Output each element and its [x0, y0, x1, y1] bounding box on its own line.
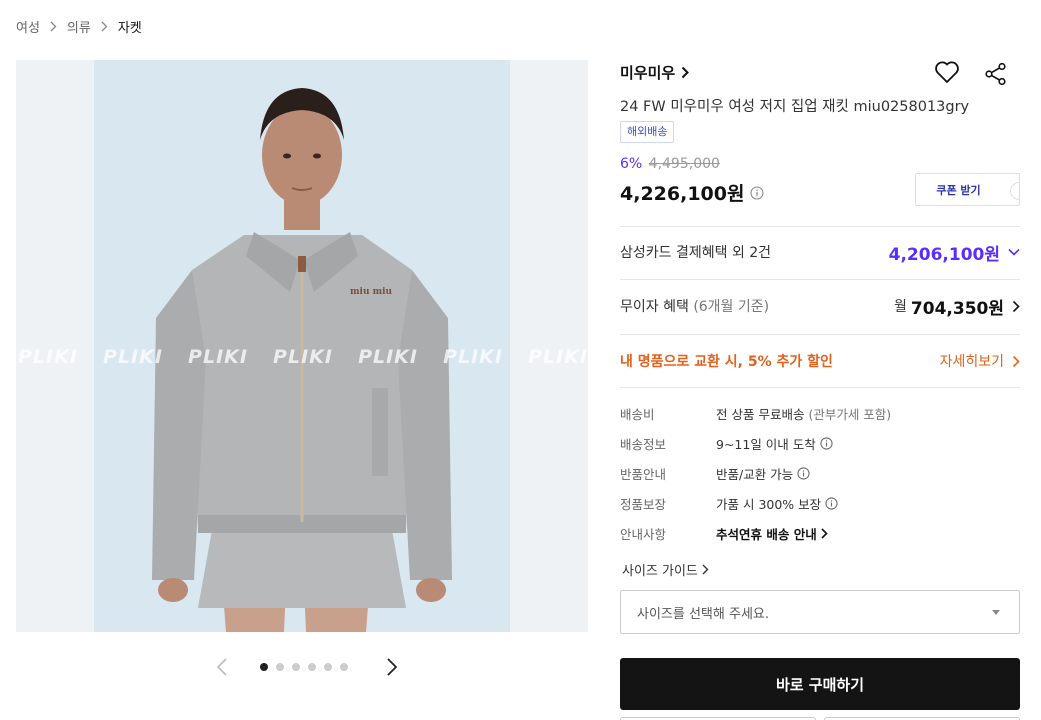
card-benefit-row[interactable]: 삼성카드 결제혜택 외 2건 4,206,100원	[620, 240, 1020, 265]
discount-row: 6% 4,495,000	[620, 156, 720, 172]
installment-row[interactable]: 무이자 혜택 (6개월 기준) 월 704,350원	[620, 294, 1020, 319]
chevron-left-icon[interactable]	[212, 656, 232, 678]
card-benefit-price: 4,206,100원	[888, 244, 1000, 265]
caret-down-icon	[992, 609, 1000, 615]
detail-key: 반품안내	[620, 467, 667, 482]
divider	[620, 387, 1020, 388]
coupon-button[interactable]: 쿠폰 받기	[915, 173, 1020, 206]
coupon-button-label: 쿠폰 받기	[936, 183, 981, 197]
divider	[620, 226, 1020, 227]
detail-value-text: 추석연휴 배송 안내	[716, 527, 817, 542]
carousel-dot[interactable]	[324, 663, 332, 671]
chevron-right-icon	[1012, 355, 1020, 367]
detail-value: 반품/교환 가능	[716, 464, 810, 483]
carousel-dot[interactable]	[340, 663, 348, 671]
trade-in-more-link[interactable]: 자세히보기	[940, 351, 1020, 371]
breadcrumb-item-clothing[interactable]: 의류	[67, 17, 91, 36]
image-carousel-controls	[16, 652, 588, 682]
breadcrumb: 여성 의류 자켓	[16, 17, 142, 36]
product-photo: miu miu	[94, 60, 510, 632]
detail-key: 정품보장	[620, 497, 667, 512]
holiday-notice-link[interactable]: 추석연휴 배송 안내	[716, 524, 828, 543]
chevron-down-icon	[1008, 248, 1020, 256]
size-guide-label: 사이즈 가이드	[622, 564, 698, 579]
carousel-dot[interactable]	[308, 663, 316, 671]
carousel-dot[interactable]	[260, 663, 268, 671]
detail-row-notice: 안내사항 추석연휴 배송 안내	[620, 524, 828, 543]
size-select-placeholder: 사이즈를 선택해 주세요.	[637, 606, 769, 622]
heart-icon[interactable]	[934, 60, 960, 88]
chevron-right-icon	[101, 21, 108, 32]
info-icon[interactable]	[825, 497, 838, 510]
sale-price: 4,226,100원	[620, 183, 745, 205]
detail-row-shipping-info: 배송정보 9~11일 이내 도착	[620, 434, 833, 453]
detail-value-note: (관부가세 포함)	[808, 407, 892, 422]
share-icon[interactable]	[984, 62, 1008, 90]
size-select[interactable]: 사이즈를 선택해 주세요.	[620, 590, 1020, 634]
discount-rate: 6%	[620, 156, 643, 172]
installment-amount-link[interactable]: 월 704,350원	[894, 294, 1020, 319]
divider	[620, 279, 1020, 280]
detail-value-text: 전 상품 무료배송	[716, 407, 805, 422]
detail-value: 가품 시 300% 보장	[716, 494, 838, 513]
installment-label-group: 무이자 혜택 (6개월 기준)	[620, 296, 769, 316]
detail-value-text: 가품 시 300% 보장	[716, 497, 822, 512]
trade-in-text: 내 명품으로 교환 시, 5% 추가 할인	[620, 354, 833, 370]
garment-logo: miu miu	[350, 287, 393, 297]
brand-link[interactable]: 미우미우	[620, 62, 690, 83]
buy-now-button[interactable]: 바로 구매하기	[620, 658, 1020, 710]
detail-value-text: 반품/교환 가능	[716, 467, 794, 482]
detail-key: 배송정보	[620, 437, 667, 452]
price-row: 4,226,100원	[620, 179, 765, 206]
chevron-right-icon	[50, 21, 57, 32]
watermark-text: PLIKI	[528, 346, 588, 368]
detail-row-shipping-fee: 배송비 전 상품 무료배송 (관부가세 포함)	[620, 404, 891, 423]
carousel-dots	[260, 663, 348, 671]
card-benefit-price-link[interactable]: 4,206,100원	[889, 240, 1020, 265]
breadcrumb-item-women[interactable]: 여성	[16, 17, 40, 36]
carousel-dot[interactable]	[292, 663, 300, 671]
detail-row-returns: 반품안내 반품/교환 가능	[620, 464, 810, 483]
detail-key: 배송비	[620, 407, 655, 422]
original-price: 4,495,000	[648, 156, 720, 172]
buy-now-label: 바로 구매하기	[775, 675, 865, 694]
detail-value: 전 상품 무료배송 (관부가세 포함)	[716, 404, 891, 423]
breadcrumb-item-jacket[interactable]: 자켓	[118, 17, 142, 36]
product-image-gallery[interactable]: miu miu PLIKI PLIKI PLIKI PLIKI PLIKI PL…	[16, 60, 588, 632]
product-title: 24 FW 미우미우 여성 저지 집업 재킷 miu0258013gry	[620, 99, 970, 115]
info-icon[interactable]	[797, 467, 810, 480]
detail-key: 안내사항	[620, 527, 667, 542]
model-illustration: miu miu	[152, 88, 452, 632]
chevron-right-icon[interactable]	[382, 656, 402, 678]
info-icon[interactable]	[750, 185, 765, 200]
trade-in-row[interactable]: 내 명품으로 교환 시, 5% 추가 할인 자세히보기	[620, 349, 1020, 373]
chevron-right-icon	[702, 564, 709, 575]
watermark-text: PLIKI	[18, 346, 78, 368]
detail-value: 9~11일 이내 도착	[716, 434, 833, 453]
chevron-right-icon	[1012, 300, 1020, 312]
installment-prefix: 월	[894, 299, 907, 315]
trade-in-more-label: 자세히보기	[939, 354, 1004, 370]
size-guide-link[interactable]: 사이즈 가이드	[622, 560, 709, 579]
installment-amount: 704,350원	[910, 298, 1004, 319]
detail-row-authenticity: 정품보장 가품 시 300% 보장	[620, 494, 838, 513]
chevron-right-icon	[681, 66, 690, 79]
overseas-shipping-badge: 해외배송	[620, 121, 675, 143]
info-icon[interactable]	[820, 437, 833, 450]
installment-label: 무이자 혜택	[620, 299, 689, 315]
card-benefit-label: 삼성카드 결제혜택 외 2건	[620, 245, 772, 261]
brand-name: 미우미우	[620, 64, 676, 82]
divider	[620, 334, 1020, 335]
detail-value-text: 9~11일 이내 도착	[716, 437, 816, 452]
carousel-dot[interactable]	[276, 663, 284, 671]
installment-note: (6개월 기준)	[693, 299, 770, 315]
chevron-right-icon	[821, 528, 828, 539]
